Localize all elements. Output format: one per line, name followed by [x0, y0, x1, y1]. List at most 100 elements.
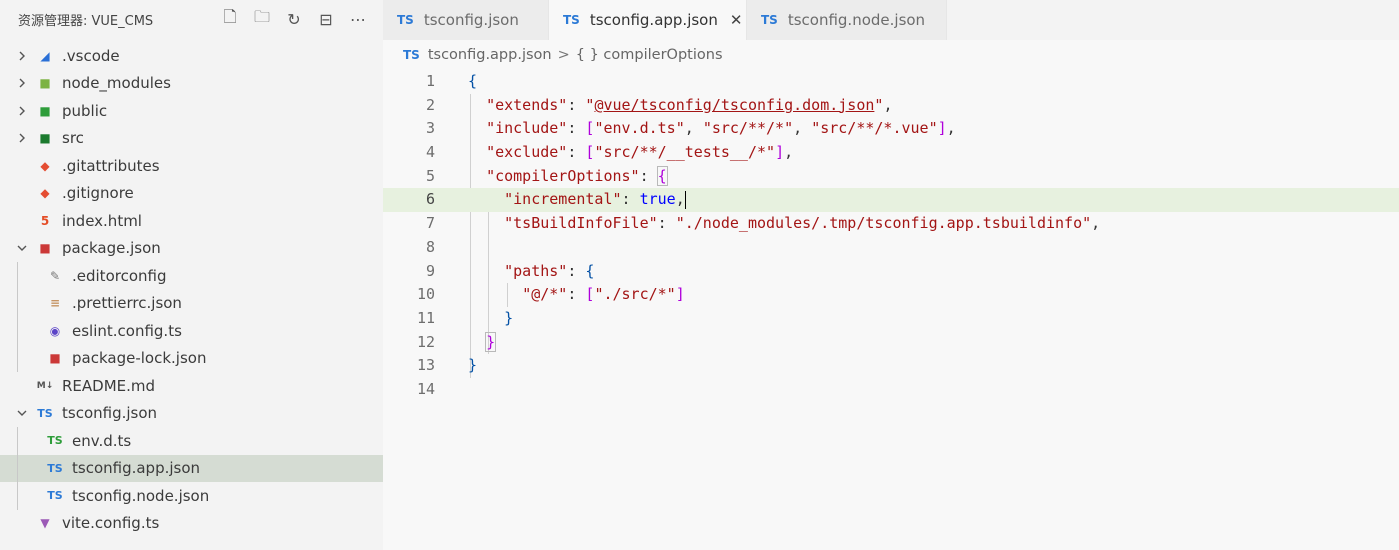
tree-indent-guide: [17, 427, 18, 455]
line-number: 1: [425, 72, 435, 90]
code-line[interactable]: 5 "compilerOptions": {: [383, 165, 1399, 189]
breadcrumb-file[interactable]: tsconfig.app.json: [428, 47, 552, 63]
markdown-icon: M↓: [36, 380, 54, 391]
editor-tab[interactable]: TS tsconfig.node.json: [747, 0, 947, 40]
line-number: 13: [416, 356, 435, 375]
close-icon[interactable]: ✕: [730, 11, 743, 29]
ts-icon: TS: [397, 13, 414, 27]
code-line[interactable]: 1{: [383, 70, 1399, 94]
tree-item[interactable]: ■ src: [0, 125, 383, 153]
editorconfig-icon: ✎: [49, 268, 61, 283]
code-text: "compilerOptions": {: [486, 165, 668, 186]
explorer-header: 资源管理器: VUE_CMS 🗋 🗀 ↻ ⊟ ⋯: [0, 0, 383, 38]
tab-bar: TS tsconfig.json TS tsconfig.app.json ✕ TS tsc…: [383, 0, 1399, 40]
code-text: "include": ["env.d.ts", "src/**/*", "src…: [486, 119, 956, 138]
tree-item[interactable]: TS env.d.ts: [0, 427, 383, 455]
tree-item-label: package.json: [62, 239, 161, 258]
tree-item-label: vite.config.ts: [62, 514, 160, 533]
tab-label: tsconfig.json: [423, 11, 519, 29]
chevron-down-icon[interactable]: [15, 241, 29, 255]
tab-label: tsconfig.app.json: [589, 11, 718, 29]
ts-icon: TS: [563, 13, 580, 27]
new-file-icon[interactable]: 🗋: [219, 7, 241, 30]
code-text: }: [504, 308, 514, 327]
code-line[interactable]: 10 "@/*": ["./src/*"]: [383, 283, 1399, 307]
new-folder-icon[interactable]: 🗀: [251, 7, 273, 30]
code-line[interactable]: 8: [383, 236, 1399, 260]
tree-item-label: index.html: [62, 211, 142, 230]
tree-item[interactable]: ≡ .prettierrc.json: [0, 289, 383, 317]
git-icon: ◆: [40, 158, 50, 173]
chevron-right-icon[interactable]: [15, 49, 29, 63]
chevron-down-icon[interactable]: [15, 406, 29, 420]
chevron-right-icon[interactable]: [15, 131, 29, 145]
code-text: }: [468, 356, 478, 375]
tree-item-label: .prettierrc.json: [72, 294, 182, 313]
ts-icon: TS: [37, 406, 53, 420]
code-line[interactable]: 6 "incremental": true,: [383, 188, 1399, 213]
line-number: 4: [425, 143, 435, 162]
line-number: 5: [425, 166, 435, 185]
breadcrumb-separator: >: [557, 47, 570, 63]
tree-item[interactable]: M↓ README.md: [0, 372, 383, 400]
tree-item-label: .gitignore: [62, 184, 134, 203]
code-editor[interactable]: 1{2 "extends": "@vue/tsconfig/tsconfig.d…: [383, 70, 1399, 402]
tree-item[interactable]: ◉ eslint.config.ts: [0, 317, 383, 345]
tree-item[interactable]: ▼ vite.config.ts: [0, 510, 383, 538]
tree-item[interactable]: ■ package.json: [0, 235, 383, 263]
tree-item[interactable]: ■ package-lock.json: [0, 344, 383, 372]
code-text: "@/*": ["./src/*"]: [522, 285, 685, 304]
tree-indent-guide: [17, 262, 18, 290]
chevron-right-icon[interactable]: [15, 76, 29, 90]
tree-item[interactable]: TS tsconfig.node.json: [0, 482, 383, 510]
tree-item-label: .editorconfig: [72, 266, 167, 285]
chevron-right-icon[interactable]: [15, 104, 29, 118]
tree-item[interactable]: TS tsconfig.app.json: [0, 454, 383, 482]
breadcrumb: TS tsconfig.app.json > { } compilerOptio…: [383, 40, 1399, 70]
explorer-title: 资源管理器: VUE_CMS: [18, 13, 154, 29]
code-text: "exclude": ["src/**/__tests__/*"],: [486, 143, 794, 162]
tree-item-label: public: [62, 101, 108, 120]
tree-item-label: src: [62, 129, 84, 148]
tree-item[interactable]: ◆ .gitattributes: [0, 152, 383, 180]
code-line[interactable]: 11 }: [383, 307, 1399, 331]
tree-item[interactable]: 5 index.html: [0, 207, 383, 235]
code-text: "tsBuildInfoFile": "./node_modules/.tmp/…: [504, 214, 1101, 233]
tree-indent-guide: [17, 344, 18, 372]
ts-icon: TS: [47, 461, 63, 475]
tree-indent-guide: [17, 454, 18, 482]
tree-item[interactable]: ◆ .gitignore: [0, 180, 383, 208]
tree-indent-guide: [17, 482, 18, 510]
code-line[interactable]: 9 "paths": {: [383, 260, 1399, 284]
editor-tab[interactable]: TS tsconfig.app.json ✕: [549, 0, 747, 40]
breadcrumb-symbol[interactable]: { } compilerOptions: [576, 47, 723, 63]
line-number: 11: [416, 308, 435, 327]
tree-item[interactable]: ◢ .vscode: [0, 42, 383, 70]
collapse-all-icon[interactable]: ⊟: [315, 8, 337, 30]
code-text: }: [485, 331, 497, 352]
tree-item-label: .gitattributes: [62, 156, 160, 175]
ts-icon: TS: [761, 13, 778, 27]
code-text: "incremental": true,: [504, 190, 686, 209]
code-line[interactable]: 13}: [383, 354, 1399, 378]
npm-icon: ■: [39, 241, 51, 256]
tree-item[interactable]: ■ public: [0, 97, 383, 125]
code-line[interactable]: 4 "exclude": ["src/**/__tests__/*"],: [383, 141, 1399, 165]
code-line[interactable]: 14: [383, 378, 1399, 402]
tree-indent-guide: [17, 289, 18, 317]
public-folder-icon: ■: [39, 103, 51, 118]
line-number: 12: [416, 332, 435, 351]
tree-item-label: env.d.ts: [72, 431, 132, 450]
code-line[interactable]: 3 "include": ["env.d.ts", "src/**/*", "s…: [383, 117, 1399, 141]
editor-tab[interactable]: TS tsconfig.json: [383, 0, 549, 40]
code-line[interactable]: 2 "extends": "@vue/tsconfig/tsconfig.dom…: [383, 94, 1399, 118]
more-icon[interactable]: ⋯: [347, 8, 369, 30]
code-line[interactable]: 12 }: [383, 331, 1399, 355]
tree-item[interactable]: ■ node_modules: [0, 70, 383, 98]
code-text: {: [468, 72, 478, 90]
tree-item[interactable]: TS tsconfig.json: [0, 400, 383, 428]
line-number: 7: [425, 214, 435, 233]
code-line[interactable]: 7 "tsBuildInfoFile": "./node_modules/.tm…: [383, 212, 1399, 236]
tree-item[interactable]: ✎ .editorconfig: [0, 262, 383, 290]
refresh-icon[interactable]: ↻: [283, 8, 305, 30]
